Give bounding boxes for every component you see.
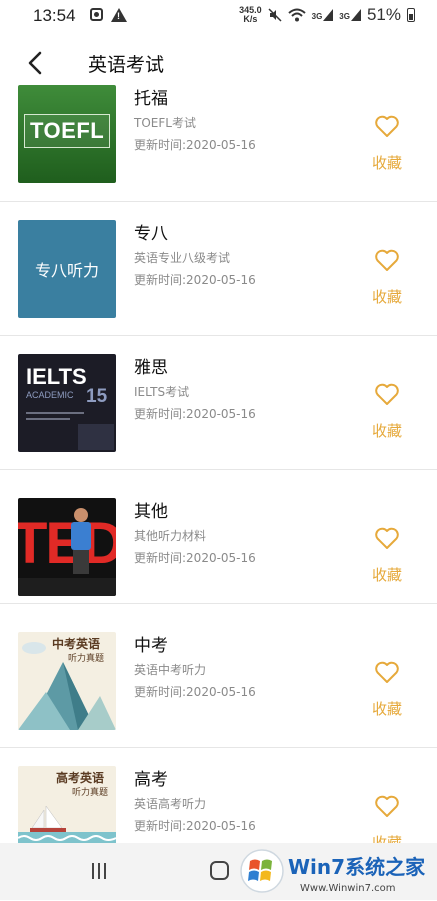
mute-icon — [268, 8, 282, 22]
status-bar: 13:54 ! 345.0 K/s 3G 3G 51% — [0, 0, 437, 30]
item-title: 中考 — [134, 636, 168, 656]
favorite-button[interactable]: 收藏 — [365, 248, 409, 307]
item-title: 托福 — [134, 89, 168, 109]
item-subtitle: IELTS考试 — [134, 385, 190, 399]
list-item-other[interactable]: TED 其他 其他听力材料 更新时间:2020-05-16 收藏 — [0, 470, 437, 604]
item-title: 专八 — [134, 224, 168, 244]
signal-1-icon: 3G — [312, 9, 334, 21]
list-item-gaokao[interactable]: 高考英语 听力真题 高考 英语高考听力 更新时间:2020-05-16 收藏 — [0, 748, 437, 843]
favorite-button[interactable]: 收藏 — [365, 526, 409, 585]
item-date: 更新时间:2020-05-16 — [134, 819, 256, 833]
battery-icon — [407, 8, 415, 22]
heart-outline-icon — [375, 115, 399, 137]
item-title: 其他 — [134, 502, 168, 522]
watermark-logo: Win7系统之家 Www.Winwin7.com — [240, 847, 437, 897]
item-date: 更新时间:2020-05-16 — [134, 685, 256, 699]
warning-icon: ! — [111, 8, 127, 22]
item-subtitle: 英语高考听力 — [134, 797, 207, 811]
list-item-toefl[interactable]: TOEFL 托福 TOEFL考试 更新时间:2020-05-16 收藏 — [0, 78, 437, 202]
thumbnail-gaokao: 高考英语 听力真题 — [18, 766, 116, 843]
item-subtitle: TOEFL考试 — [134, 116, 196, 130]
favorite-button[interactable]: 收藏 — [365, 382, 409, 441]
favorite-button[interactable]: 收藏 — [365, 660, 409, 719]
heart-outline-icon — [375, 795, 399, 817]
item-date: 更新时间:2020-05-16 — [134, 551, 256, 565]
thumbnail-ted: TED — [18, 498, 116, 596]
item-subtitle: 英语专业八级考试 — [134, 251, 231, 265]
item-title: 高考 — [134, 770, 168, 790]
thumbnail-tem8: 专八听力 — [18, 220, 116, 318]
screen-record-icon — [90, 8, 103, 21]
item-subtitle: 英语中考听力 — [134, 663, 207, 677]
favorite-button[interactable]: 收藏 — [365, 114, 409, 173]
heart-outline-icon — [375, 383, 399, 405]
battery-percent: 51% — [366, 5, 401, 24]
status-time: 13:54 — [33, 6, 76, 25]
list-item-zhongkao[interactable]: 中考英语 听力真题 中考 英语中考听力 更新时间:2020-05-16 收藏 — [0, 614, 437, 748]
heart-outline-icon — [375, 249, 399, 271]
signal-2-icon: 3G — [339, 9, 361, 21]
system-nav-bar: Win7系统之家 Www.Winwin7.com — [0, 843, 437, 900]
recent-apps-icon — [92, 863, 106, 879]
thumbnail-zhongkao: 中考英语 听力真题 — [18, 632, 116, 730]
thumbnail-ielts: IELTS ACADEMIC 15 — [18, 354, 116, 452]
item-date: 更新时间:2020-05-16 — [134, 138, 256, 152]
wifi-icon — [287, 8, 306, 22]
back-button[interactable] — [22, 49, 50, 77]
heart-outline-icon — [375, 527, 399, 549]
exam-list[interactable]: TOEFL 托福 TOEFL考试 更新时间:2020-05-16 收藏 专八听力… — [0, 78, 437, 843]
item-title: 雅思 — [134, 358, 168, 378]
page-title: 英语考试 — [88, 54, 165, 76]
heart-outline-icon — [375, 661, 399, 683]
recent-apps-button[interactable] — [90, 861, 108, 885]
home-button[interactable] — [210, 861, 229, 880]
svg-text:Win7系统之家: Win7系统之家 — [288, 855, 426, 879]
item-date: 更新时间:2020-05-16 — [134, 273, 256, 287]
thumbnail-toefl: TOEFL — [18, 85, 116, 183]
list-item-ielts[interactable]: IELTS ACADEMIC 15 雅思 IELTS考试 更新时间:2020-0… — [0, 336, 437, 470]
item-date: 更新时间:2020-05-16 — [134, 407, 256, 421]
chevron-left-icon — [28, 51, 42, 75]
svg-text:Www.Winwin7.com: Www.Winwin7.com — [300, 883, 395, 894]
list-item-tem8[interactable]: 专八听力 专八 英语专业八级考试 更新时间:2020-05-16 收藏 — [0, 202, 437, 336]
item-subtitle: 其他听力材料 — [134, 529, 207, 543]
favorite-button[interactable]: 收藏 — [365, 794, 409, 843]
net-speed: 345.0 K/s — [239, 5, 262, 24]
